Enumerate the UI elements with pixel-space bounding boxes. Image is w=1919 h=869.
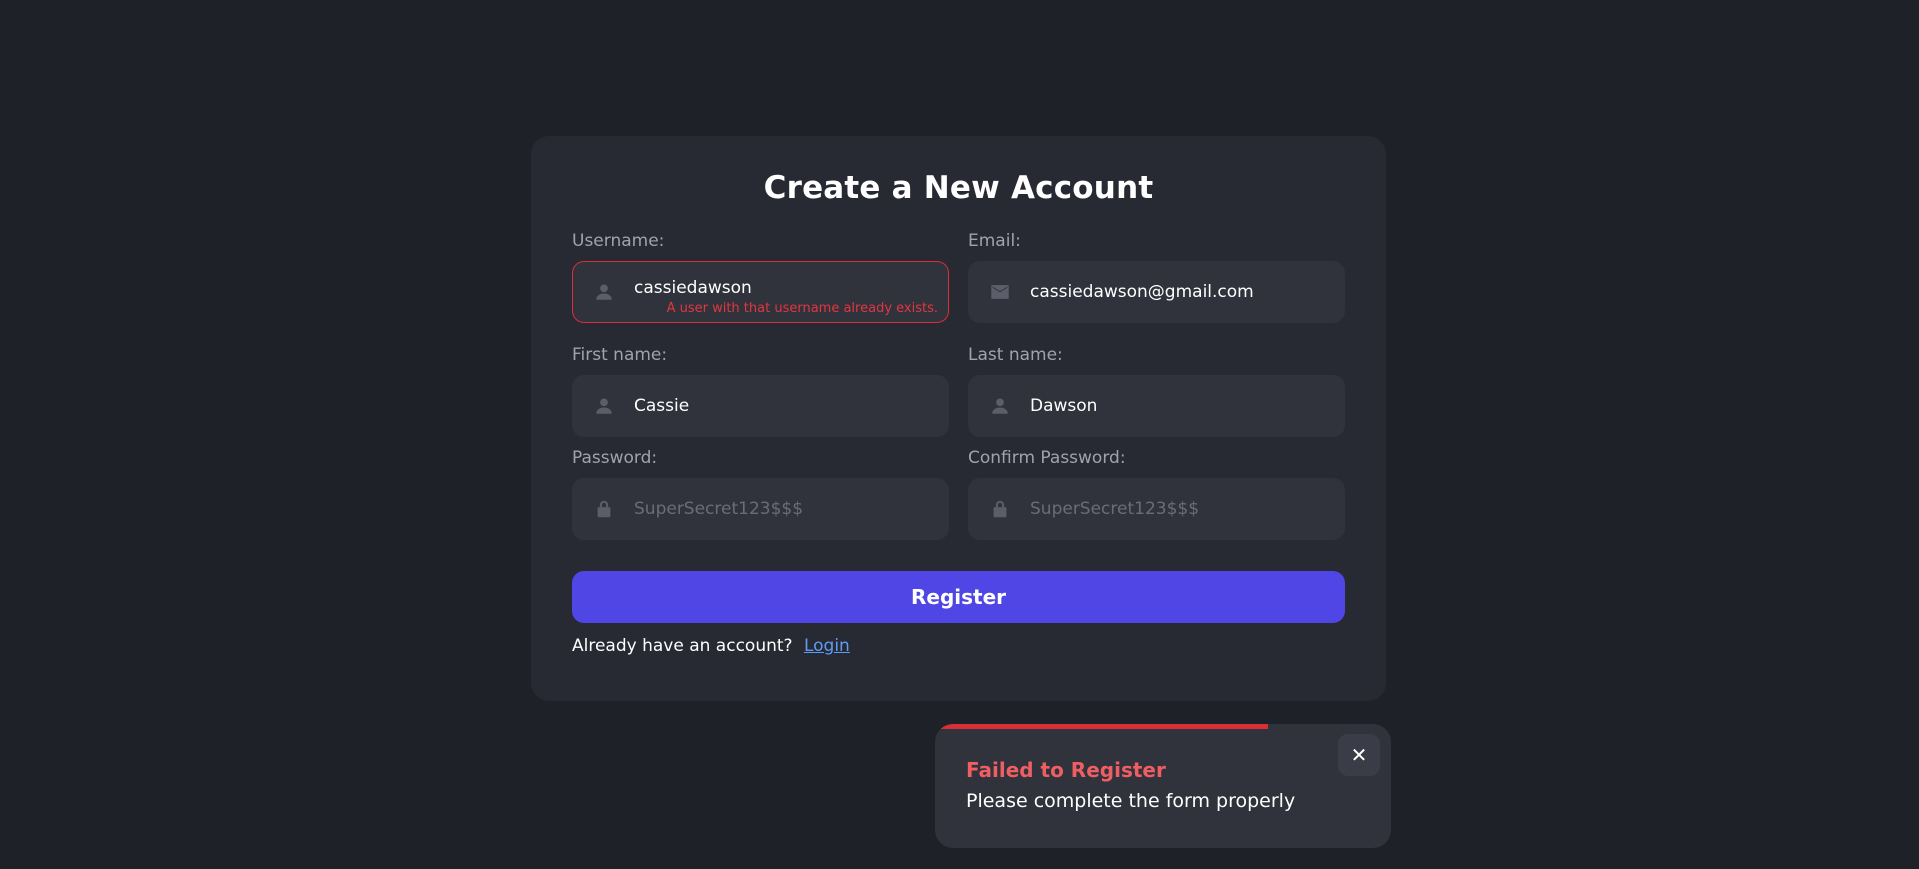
password-input-box[interactable] — [572, 478, 949, 540]
confirm-password-field-group: Confirm Password: — [968, 447, 1345, 540]
email-field-group: Email: — [968, 230, 1345, 323]
user-icon — [593, 395, 615, 417]
user-icon — [593, 281, 615, 303]
register-button[interactable]: Register — [572, 571, 1345, 623]
user-icon — [989, 395, 1011, 417]
mail-icon — [989, 281, 1011, 303]
first-name-input[interactable] — [634, 376, 934, 436]
confirm-password-input-box[interactable] — [968, 478, 1345, 540]
first-name-label: First name: — [572, 345, 668, 365]
toast-progress-bar — [935, 724, 1268, 729]
username-field-group: Username: A user with that username alre… — [572, 230, 949, 323]
lock-icon — [593, 498, 615, 520]
username-label: Username: — [572, 231, 665, 251]
password-field-group: Password: — [572, 447, 949, 540]
lock-icon — [989, 498, 1011, 520]
page-title: Create a New Account — [763, 170, 1154, 206]
login-row: Already have an account? Login — [572, 636, 850, 656]
login-prompt: Already have an account? — [572, 636, 793, 656]
email-input-box[interactable] — [968, 261, 1345, 323]
toast-title: Failed to Register — [966, 758, 1166, 782]
password-label: Password: — [572, 448, 658, 468]
first-name-field-group: First name: — [572, 344, 949, 437]
last-name-label: Last name: — [968, 345, 1063, 365]
first-name-input-box[interactable] — [572, 375, 949, 437]
login-link[interactable]: Login — [804, 636, 850, 656]
last-name-input[interactable] — [1030, 376, 1330, 436]
last-name-input-box[interactable] — [968, 375, 1345, 437]
confirm-password-input[interactable] — [1030, 479, 1330, 539]
toast-message: Please complete the form properly — [966, 790, 1296, 812]
last-name-field-group: Last name: — [968, 344, 1345, 437]
username-error-message: A user with that username already exists… — [666, 301, 938, 316]
password-input[interactable] — [634, 479, 934, 539]
username-input-box[interactable]: A user with that username already exists… — [572, 258, 949, 323]
email-input[interactable] — [1030, 262, 1330, 322]
email-label: Email: — [968, 231, 1021, 251]
confirm-password-label: Confirm Password: — [968, 448, 1126, 468]
register-card: Create a New Account Username: A user wi… — [531, 136, 1386, 701]
error-toast: Failed to Register Please complete the f… — [935, 724, 1391, 848]
close-icon[interactable]: ✕ — [1338, 734, 1380, 776]
